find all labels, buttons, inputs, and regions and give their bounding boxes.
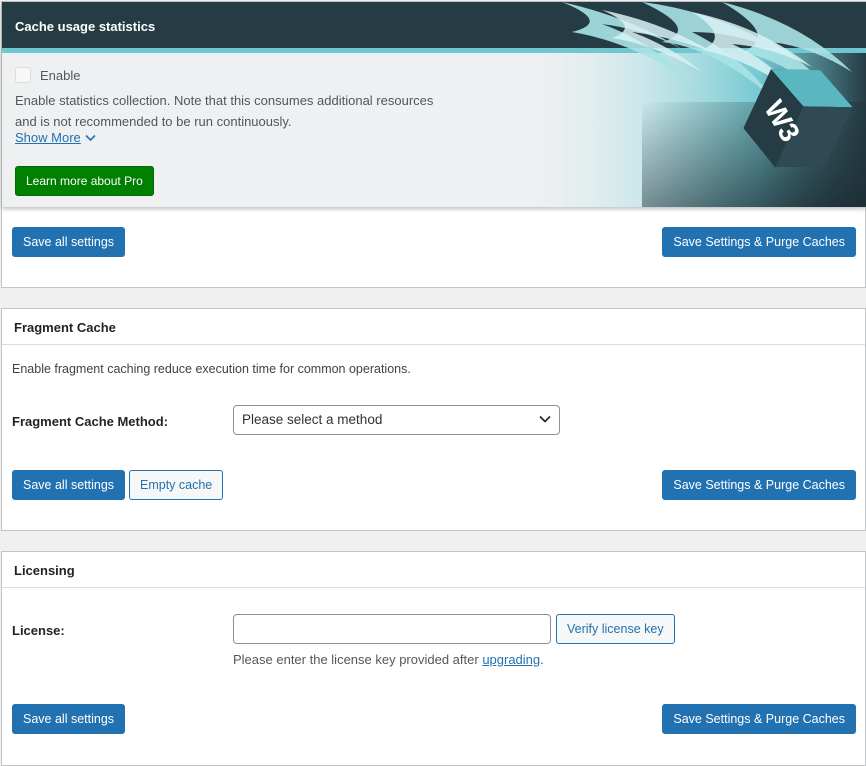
fragment-cache-method-select[interactable]: Please select a method	[233, 405, 560, 435]
save-all-settings-button[interactable]: Save all settings	[12, 470, 126, 500]
license-help-suffix: .	[540, 652, 544, 667]
fragment-cache-method-label: Fragment Cache Method:	[12, 414, 169, 429]
license-help-text: Please enter the license key provided af…	[233, 652, 544, 667]
save-settings-purge-caches-button[interactable]: Save Settings & Purge Caches	[662, 704, 856, 734]
w3-logo-text: W3	[758, 95, 806, 147]
save-settings-purge-caches-button[interactable]: Save Settings & Purge Caches	[662, 227, 856, 257]
statistics-description-line2: and is not recommended to be run continu…	[15, 114, 292, 129]
panel-header: Licensing	[2, 552, 865, 588]
show-more-label: Show More	[15, 130, 81, 145]
enable-statistics-checkbox[interactable]	[15, 67, 31, 83]
empty-cache-button[interactable]: Empty cache	[129, 470, 224, 500]
learn-more-pro-button[interactable]: Learn more about Pro	[15, 166, 154, 196]
license-key-input[interactable]	[233, 614, 551, 644]
cache-usage-statistics-panel: W3 Cache usage statistics Enable Enable …	[1, 1, 866, 288]
enable-statistics-label: Enable	[40, 67, 81, 83]
pro-feature-box: W3 Cache usage statistics Enable Enable …	[2, 2, 866, 207]
save-all-settings-button[interactable]: Save all settings	[12, 704, 126, 734]
verify-license-key-button[interactable]: Verify license key	[556, 614, 675, 644]
fragment-cache-method-value: Please select a method	[242, 412, 383, 427]
fragment-cache-panel: Fragment Cache Enable fragment caching r…	[1, 308, 866, 531]
panel-header: Fragment Cache	[2, 309, 865, 345]
enable-statistics-row: Enable	[15, 67, 80, 83]
save-settings-purge-caches-button[interactable]: Save Settings & Purge Caches	[662, 470, 856, 500]
license-label: License:	[12, 623, 65, 638]
chevron-down-icon	[539, 415, 551, 423]
show-more-link[interactable]: Show More	[15, 130, 96, 145]
panel-title: Cache usage statistics	[15, 19, 156, 34]
statistics-description: Enable statistics collection. Note that …	[15, 90, 485, 132]
chevron-down-icon	[85, 134, 96, 141]
pro-box-header-accent	[2, 48, 866, 53]
save-all-settings-button[interactable]: Save all settings	[12, 227, 126, 257]
panel-title: Fragment Cache	[14, 320, 116, 335]
license-help-prefix: Please enter the license key provided af…	[233, 652, 483, 667]
licensing-panel: Licensing License: Verify license key Pl…	[1, 551, 866, 766]
panel-title: Licensing	[14, 563, 75, 578]
fragment-cache-description: Enable fragment caching reduce execution…	[12, 362, 411, 376]
upgrading-link[interactable]: upgrading	[482, 652, 540, 667]
statistics-description-line1: Enable statistics collection. Note that …	[15, 93, 434, 108]
